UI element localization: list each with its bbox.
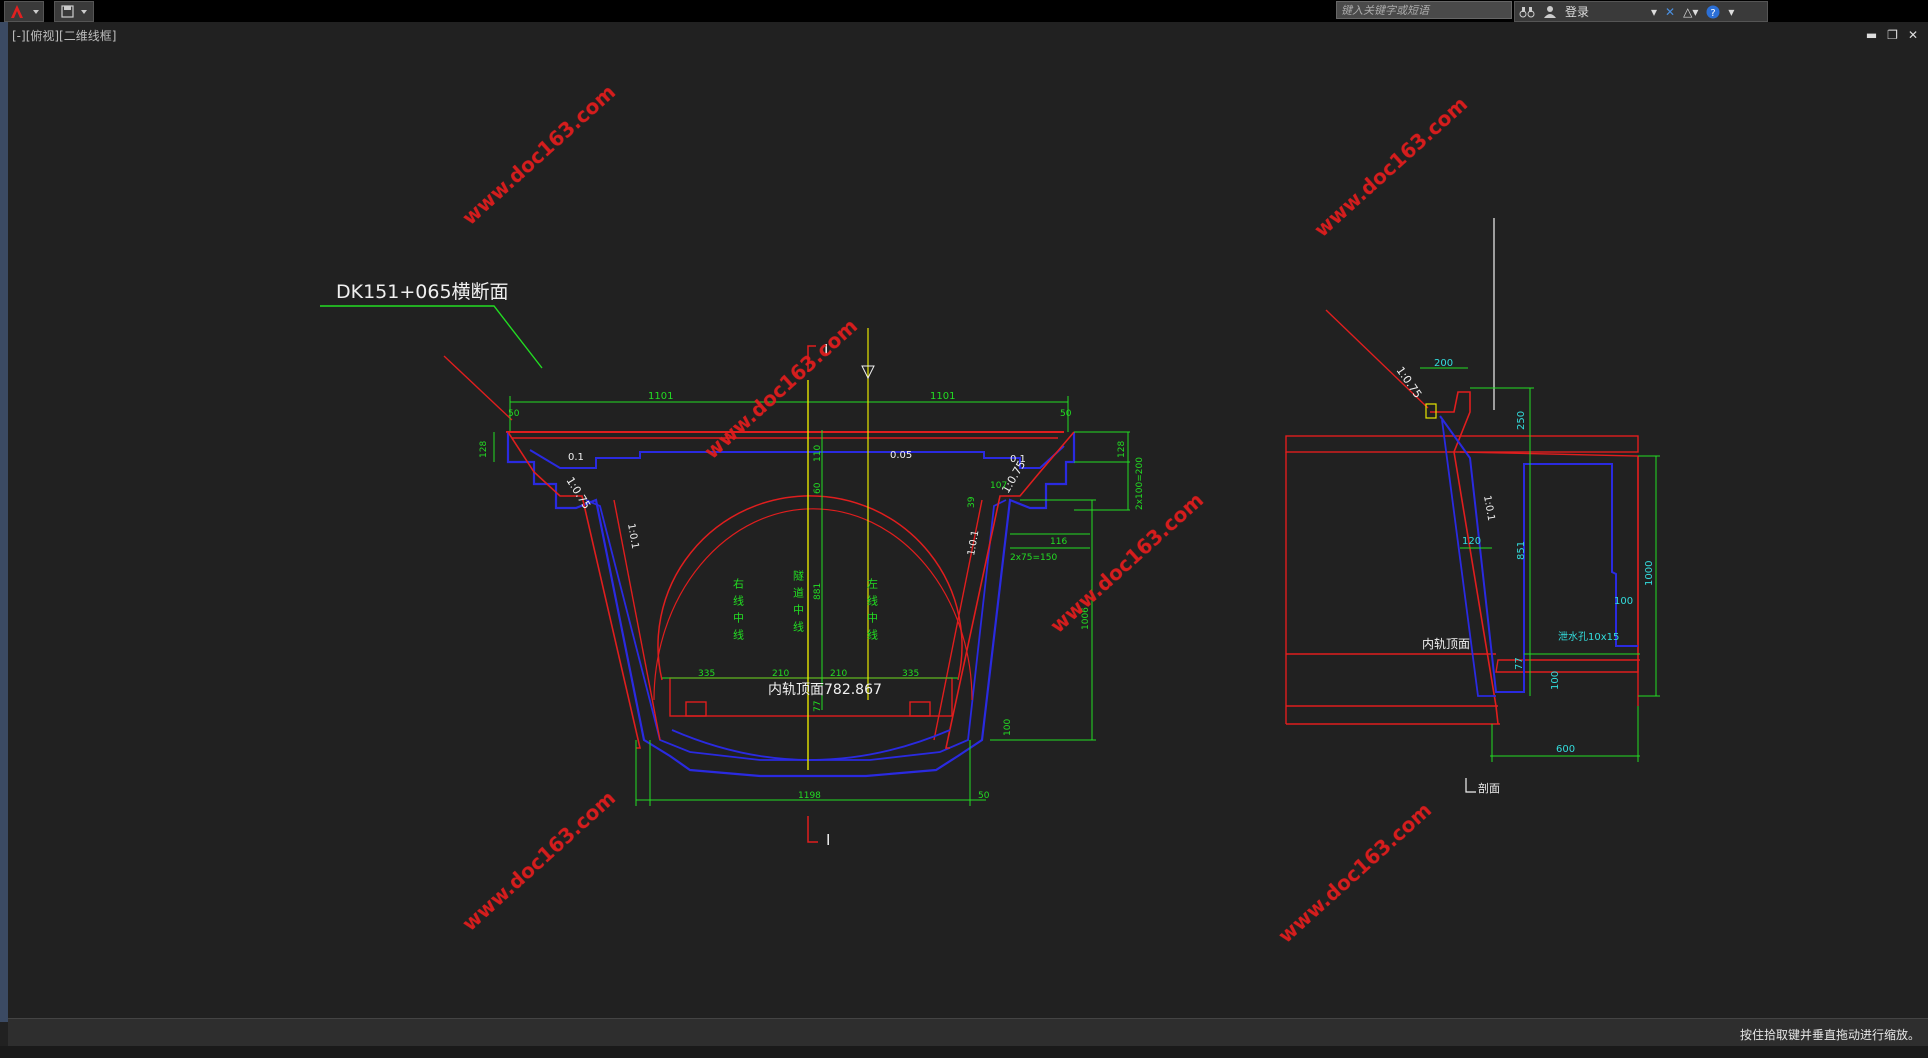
dim-top-right: 1101 bbox=[930, 391, 955, 402]
chevron-down-icon[interactable]: ▾ bbox=[1647, 2, 1661, 21]
watermark-1: www.doc163.com bbox=[457, 80, 620, 230]
dim-335-left: 335 bbox=[698, 669, 715, 679]
dim-50-left: 50 bbox=[508, 409, 520, 419]
command-prompt-message: 按住拾取键并垂直拖动进行缩放。 bbox=[1739, 1028, 1920, 1042]
tunnel-center-line-label: 隧道中线 bbox=[792, 569, 805, 638]
user-icon[interactable] bbox=[1539, 2, 1561, 21]
help-icon[interactable]: ? bbox=[1702, 2, 1724, 21]
side-dim-120: 120 bbox=[1462, 536, 1481, 547]
title-leader bbox=[320, 305, 543, 369]
dim-1198: 1198 bbox=[798, 791, 821, 801]
bottom-border bbox=[0, 1046, 1928, 1058]
side-dim-100: 100 bbox=[1614, 596, 1633, 607]
help-dropdown-icon[interactable]: ▾ bbox=[1724, 2, 1738, 21]
dim-107: 107 bbox=[990, 481, 1007, 491]
autocad-a-icon bbox=[11, 5, 39, 18]
title-bar: 键入关键字或短语 登录 ▾ ✕ △▾ ? ▾ bbox=[0, 0, 1928, 22]
close-icon[interactable]: ✕ bbox=[1908, 28, 1918, 42]
search-input[interactable]: 键入关键字或短语 bbox=[1336, 1, 1512, 19]
watermark-2: www.doc163.com bbox=[699, 314, 862, 464]
binoculars-icon[interactable] bbox=[1515, 2, 1539, 21]
side-drain-label: 泄水孔10x15 bbox=[1558, 630, 1619, 643]
app-menu-button[interactable] bbox=[4, 1, 44, 22]
dim-01-right: 0.1 bbox=[1010, 454, 1026, 465]
side-dim-851: 851 bbox=[1516, 541, 1527, 560]
quick-access-button[interactable] bbox=[54, 1, 94, 22]
svg-text:?: ? bbox=[1711, 8, 1716, 19]
side-slope-075: 1:0.75 bbox=[1394, 364, 1425, 400]
right-center-line-label: 右线中线 bbox=[732, 577, 745, 646]
side-dim-100b: 100 bbox=[1550, 671, 1561, 690]
restore-icon[interactable]: ❐ bbox=[1887, 28, 1898, 42]
tool-palette-strip[interactable] bbox=[0, 22, 8, 1022]
rail-top-label: 内轨顶面782.867 bbox=[768, 682, 882, 698]
section-title: DK151+065横断面 bbox=[336, 281, 509, 303]
exchange-x-icon[interactable]: ✕ bbox=[1661, 2, 1679, 21]
left-center-line-label: 左线中线 bbox=[866, 578, 879, 646]
dim-110: 110 bbox=[813, 445, 823, 462]
dim-2x100: 2x100=200 bbox=[1135, 457, 1145, 510]
dim-39: 39 bbox=[967, 496, 977, 508]
dim-50-bottom: 50 bbox=[978, 791, 990, 801]
watermark-6: www.doc163.com bbox=[1273, 798, 1436, 948]
dim-50-right: 50 bbox=[1060, 409, 1072, 419]
command-line[interactable]: 按住拾取键并垂直拖动进行缩放。 bbox=[8, 1018, 1928, 1047]
minimize-icon[interactable]: ▬ bbox=[1866, 28, 1877, 42]
side-section-name: 剖面 bbox=[1478, 781, 1500, 795]
login-button[interactable]: 登录 bbox=[1561, 2, 1647, 21]
section-mark-bottom: I bbox=[826, 831, 830, 849]
dim-01-left: 0.1 bbox=[568, 452, 584, 463]
dim-128-right: 128 bbox=[1117, 441, 1127, 458]
dim-100-right: 100 bbox=[1003, 719, 1013, 736]
info-center-toolbar: 登录 ▾ ✕ △▾ ? ▾ bbox=[1514, 1, 1768, 22]
window-controls: ▬ ❐ ✕ bbox=[1866, 28, 1918, 42]
dim-60: 60 bbox=[813, 482, 823, 494]
drawing-canvas[interactable]: DK151+065横断面 I I 1101 1101 50 50 1:0.75 … bbox=[8, 22, 1928, 1018]
watermark-5: www.doc163.com bbox=[1309, 92, 1472, 242]
dim-2x75: 2x75=150 bbox=[1010, 553, 1057, 563]
dim-005: 0.05 bbox=[890, 450, 912, 461]
side-dim-200: 200 bbox=[1434, 358, 1453, 369]
save-icon bbox=[61, 5, 87, 18]
slope-left-01: 1:0.1 bbox=[625, 523, 640, 550]
dim-881: 881 bbox=[813, 583, 823, 600]
dim-210-left: 210 bbox=[772, 669, 789, 679]
dim-116: 116 bbox=[1050, 537, 1067, 547]
watermark-4: www.doc163.com bbox=[457, 786, 620, 936]
side-dim-250: 250 bbox=[1516, 411, 1527, 430]
dim-210-right: 210 bbox=[830, 669, 847, 679]
side-dim-1000: 1000 bbox=[1644, 561, 1655, 586]
a360-icon[interactable]: △▾ bbox=[1679, 2, 1702, 21]
dim-128-left: 128 bbox=[479, 441, 489, 458]
slope-right-01: 1:0.1 bbox=[966, 529, 981, 556]
dim-top-left: 1101 bbox=[648, 391, 673, 402]
dim-335-right: 335 bbox=[902, 669, 919, 679]
side-dim-77: 77 bbox=[1514, 657, 1525, 670]
side-dim-600: 600 bbox=[1556, 744, 1575, 755]
viewport-controls[interactable]: [-][俯视][二维线框] bbox=[12, 27, 116, 44]
side-rail-top: 内轨顶面 bbox=[1422, 637, 1470, 651]
dim-77: 77 bbox=[813, 701, 823, 712]
side-slope-01: 1:0.1 bbox=[1481, 495, 1496, 522]
